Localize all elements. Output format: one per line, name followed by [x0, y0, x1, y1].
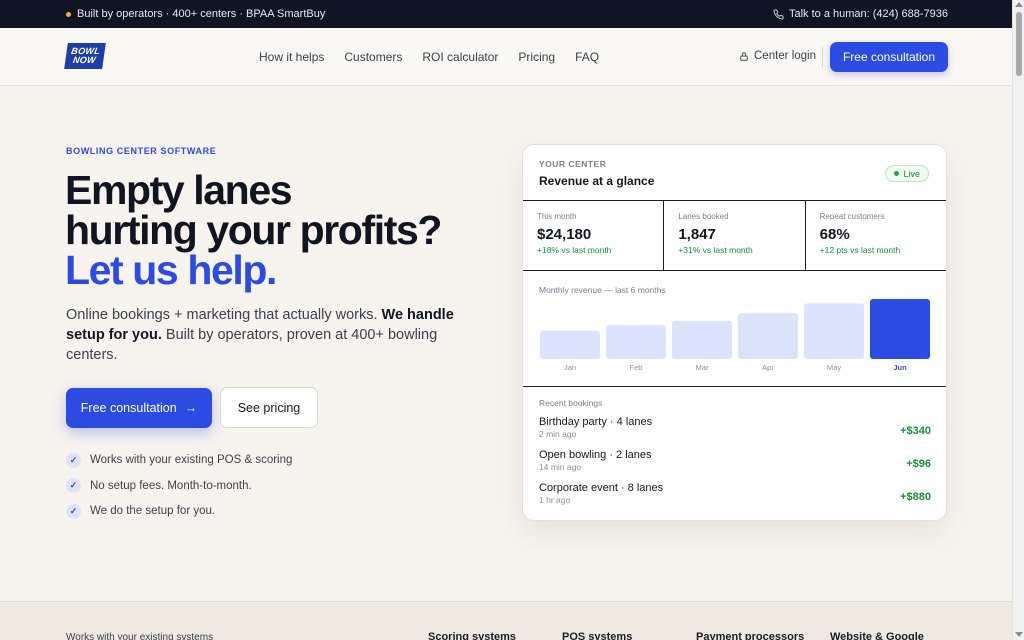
card-eyebrow: YOUR CENTER — [539, 159, 607, 169]
integration-category[interactable]: POS systems — [562, 631, 632, 640]
hero-subheading: Online bookings + marketing that actuall… — [66, 305, 476, 365]
stat-lanes-booked: Lanes booked 1,847 +31% vs last month — [664, 201, 806, 270]
chart-bar-jan — [540, 330, 600, 359]
chart-bar-jun — [870, 299, 930, 359]
integration-category[interactable]: Scoring systems — [428, 631, 516, 640]
booking-time: 1 hr ago — [539, 495, 571, 505]
scroll-down-icon[interactable] — [1015, 632, 1023, 637]
booking-row: Birthday party · 4 lanes 2 min ago +$340 — [539, 416, 931, 446]
nav-link-faq[interactable]: FAQ — [575, 50, 599, 64]
status-dot-icon — [66, 11, 71, 17]
headline-line-1: Empty lanes — [65, 167, 293, 213]
center-login-link[interactable]: Center login — [739, 50, 816, 62]
booking-amount: +$340 — [900, 425, 931, 437]
scrollbar-thumb[interactable] — [1016, 12, 1022, 76]
center-login-label: Center login — [754, 50, 817, 62]
hero-cta-label: Free consultation — [80, 401, 177, 415]
stat-value: 68% — [819, 226, 850, 243]
nav-link-roi-calculator[interactable]: ROI calculator — [422, 50, 498, 64]
chart-bar-may — [804, 303, 864, 359]
phone-icon — [773, 8, 784, 19]
booking-time: 2 min ago — [539, 429, 577, 439]
card-title: Revenue at a glance — [539, 174, 655, 188]
checklist-item: ✓ No setup fees. Month-to-month. — [66, 478, 292, 495]
booking-row: Open bowling · 2 lanes 14 min ago +$96 — [539, 449, 931, 479]
booking-amount: +$96 — [906, 458, 931, 470]
hero-eyebrow: BOWLING CENTER SOFTWARE — [66, 146, 217, 156]
stat-this-month: This month $24,180 +18% vs last month — [523, 201, 665, 270]
stat-value: $24,180 — [537, 226, 592, 243]
booking-name: Corporate event · 8 lanes — [539, 482, 664, 494]
page-scrollbar[interactable] — [1012, 0, 1024, 640]
checklist-item: ✓ We do the setup for you. — [66, 503, 292, 520]
nav-link-how-it-helps[interactable]: How it helps — [259, 50, 324, 64]
check-icon: ✓ — [66, 452, 81, 468]
booking-time: 14 min ago — [539, 462, 582, 472]
chart-bar-apr — [738, 313, 798, 359]
chart-bar-feb — [606, 325, 666, 359]
hero-headline: Empty lanes hurting your profits? Let us… — [65, 167, 485, 293]
chart-tick-label: Jan — [564, 363, 576, 372]
checklist-text: No setup fees. Month-to-month. — [90, 479, 252, 492]
announcement-text: Built by operators · 400+ centers · BPAA… — [77, 8, 326, 20]
live-badge: Live — [885, 165, 929, 182]
monthly-revenue-chart: Monthly revenue — last 6 months Jan Feb Ma… — [523, 271, 946, 387]
stat-delta: +18% vs last month — [537, 245, 612, 255]
check-icon: ✓ — [66, 478, 81, 494]
checklist-text: We do the setup for you. — [90, 505, 216, 518]
booking-name: Birthday party · 4 lanes — [539, 416, 653, 428]
stat-label: Lanes booked — [678, 212, 729, 221]
phone-link[interactable]: Talk to a human: (424) 688-7936 — [773, 8, 948, 20]
stats-row: This month $24,180 +18% vs last month La… — [523, 201, 946, 271]
integrations-label: Works with your existing systems — [66, 632, 214, 640]
checklist-text: Works with your existing POS & scoring — [90, 454, 293, 467]
nav-free-consultation-button[interactable]: Free consultation — [830, 42, 948, 72]
lock-icon — [740, 51, 748, 61]
card-header: YOUR CENTER Revenue at a glance Live — [523, 145, 946, 201]
stat-label: Repeat customers — [819, 212, 885, 221]
booking-row: Corporate event · 8 lanes 1 hr ago +$880 — [539, 482, 931, 512]
stat-repeat-customers: Repeat customers 68% +12 pts vs last mon… — [806, 201, 946, 270]
revenue-bar-chart: Jan Feb Mar Apr May Jun — [540, 299, 930, 372]
nav-link-pricing[interactable]: Pricing — [518, 50, 555, 64]
announcement-left: Built by operators · 400+ centers · BPAA… — [66, 8, 325, 20]
stat-delta: +31% vs last month — [678, 245, 753, 255]
chart-tick-label: Feb — [630, 363, 643, 372]
chart-tick-label: Mar — [696, 363, 709, 372]
stat-delta: +12 pts vs last month — [819, 245, 901, 255]
nav-divider — [822, 47, 823, 67]
hero-free-consultation-button[interactable]: Free consultation → — [66, 388, 212, 428]
checklist-item: ✓ Works with your existing POS & scoring — [66, 452, 292, 469]
chart-bar-mar — [672, 320, 732, 359]
stat-label: This month — [537, 212, 577, 221]
headline-line-2: hurting your profits? — [65, 207, 442, 253]
scroll-up-icon[interactable] — [1015, 2, 1023, 7]
integration-category[interactable]: Payment processors — [696, 631, 804, 640]
booking-amount: +$880 — [900, 491, 931, 503]
recent-bookings-title: Recent bookings — [539, 398, 603, 408]
live-label: Live — [903, 168, 920, 179]
integrations-strip: Works with your existing systems Scoring… — [0, 601, 1012, 640]
see-pricing-button[interactable]: See pricing — [220, 387, 318, 428]
booking-name: Open bowling · 2 lanes — [539, 449, 652, 461]
announcement-bar: Built by operators · 400+ centers · BPAA… — [0, 0, 1012, 28]
check-icon: ✓ — [66, 503, 81, 519]
chart-tick-label: Jun — [893, 363, 907, 372]
bowlnow-logo[interactable]: BOWL NOW — [64, 43, 106, 69]
integration-category[interactable]: Website & Google — [830, 631, 924, 640]
stat-value: 1,847 — [678, 226, 716, 243]
chart-tick-label: Apr — [762, 363, 774, 372]
chart-tick-label: May — [827, 363, 841, 372]
phone-text[interactable]: Talk to a human: (424) 688-7936 — [789, 8, 948, 20]
feature-checklist: ✓ Works with your existing POS & scoring… — [66, 452, 292, 520]
headline-accent: Let us help. — [65, 247, 277, 293]
main-nav: BOWL NOW How it helps Customers ROI calcu… — [0, 28, 1012, 86]
nav-link-customers[interactable]: Customers — [344, 50, 402, 64]
sub-text-1: Online bookings + marketing that actuall… — [66, 307, 382, 323]
arrow-right-icon: → — [184, 401, 198, 415]
revenue-dashboard-card: YOUR CENTER Revenue at a glance Live Thi… — [522, 144, 947, 521]
nav-links: How it helps Customers ROI calculator Pr… — [259, 50, 599, 64]
live-dot-icon — [894, 171, 900, 176]
